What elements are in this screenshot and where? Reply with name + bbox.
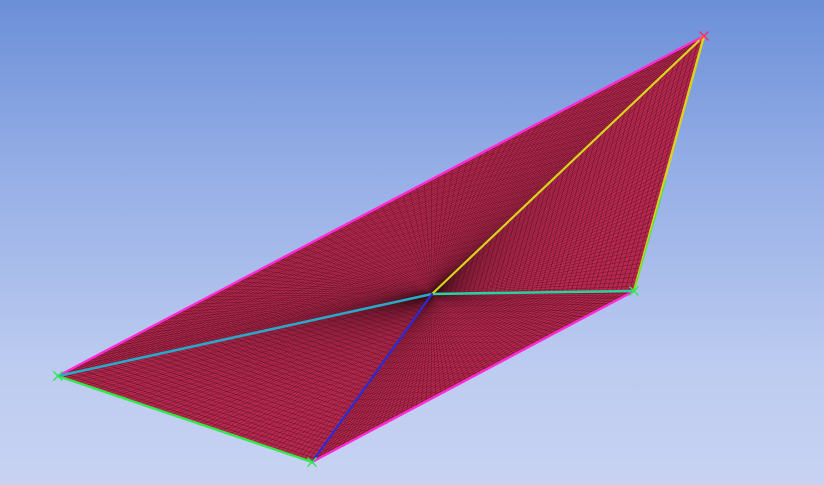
mesh-view[interactable] bbox=[0, 0, 824, 485]
graphics-viewport[interactable] bbox=[0, 0, 824, 485]
